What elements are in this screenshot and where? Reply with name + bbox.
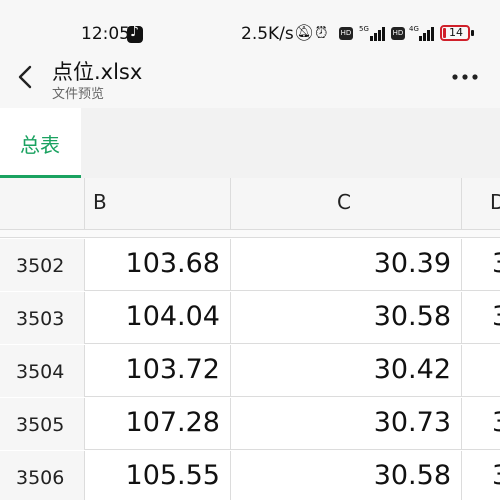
cell-d[interactable]: 3 [462,292,500,344]
spreadsheet-grid[interactable]: B C D 3502 103.68 30.39 3 3503 104.04 30… [0,178,500,500]
file-name: 点位.xlsx [52,60,143,84]
tiktok-icon [127,24,143,43]
more-horizontal-icon[interactable] [448,62,482,92]
row-header[interactable]: 3505 [0,398,85,450]
sheet-tab-label: 总表 [20,133,60,157]
signal-icon [370,26,387,41]
cell-b[interactable]: 103.72 [85,345,231,397]
frozen-pane-divider [0,230,500,238]
column-header-b[interactable]: B [85,178,231,230]
cell-d[interactable] [462,345,500,397]
row-header[interactable]: 3503 [0,292,85,344]
chevron-left-icon[interactable] [14,62,38,92]
row-header[interactable]: 3502 [0,239,85,291]
cell-c[interactable]: 30.73 [231,398,462,450]
cell-c[interactable]: 30.42 [231,345,462,397]
alarm-icon: ⏰︎ [315,23,328,42]
column-header-row: B C D [0,178,500,230]
row-header[interactable]: 3504 [0,345,85,397]
table-row: 3503 104.04 30.58 3 [0,292,500,344]
cell-b[interactable]: 104.04 [85,292,231,344]
column-header-label: B [93,190,107,214]
cell-d[interactable]: 3 [462,398,500,450]
column-header-d[interactable]: D [462,178,500,230]
sheet-tab-bar: 总表 [0,108,500,178]
battery-tip [471,30,474,36]
column-header-label: C [337,190,351,214]
sim1-network-type: 5G [359,25,369,33]
hd-icon: HD [339,27,353,40]
corner-cell[interactable] [0,178,85,230]
cell-d[interactable]: 3 [462,239,500,291]
table-row: 3505 107.28 30.73 3 [0,398,500,450]
cell-c[interactable]: 30.39 [231,239,462,291]
status-time: 12:05 [81,24,130,44]
table-row: 3504 103.72 30.42 [0,345,500,397]
sim2-network-type: 4G [409,25,419,33]
cell-b[interactable]: 103.68 [85,239,231,291]
file-subtitle: 文件预览 [52,87,105,102]
table-row: 3506 105.55 30.58 3 [0,451,500,500]
signal-icon [419,26,436,41]
sheet-tab-zongbiao[interactable]: 总表 [0,108,81,178]
battery-level: 14 [449,26,463,39]
cell-b[interactable]: 107.28 [85,398,231,450]
app-bar: 点位.xlsx 文件预览 [0,50,500,108]
hd-icon: HD [391,27,405,40]
status-bar: 12:05 2.5K/s 🔕︎ ⏰︎ HD 5G HD 4G 14 [0,0,500,50]
column-header-c[interactable]: C [231,178,462,230]
network-speed: 2.5K/s [241,24,294,44]
bell-off-icon: 🔕︎ [294,23,315,42]
column-header-label: D [490,190,500,214]
cell-d[interactable]: 3 [462,451,500,500]
table-row: 3502 103.68 30.39 3 [0,239,500,291]
cell-b[interactable]: 105.55 [85,451,231,500]
row-header[interactable]: 3506 [0,451,85,500]
battery-fill [443,28,446,38]
cell-c[interactable]: 30.58 [231,451,462,500]
cell-c[interactable]: 30.58 [231,292,462,344]
battery-icon: 14 [440,25,470,41]
